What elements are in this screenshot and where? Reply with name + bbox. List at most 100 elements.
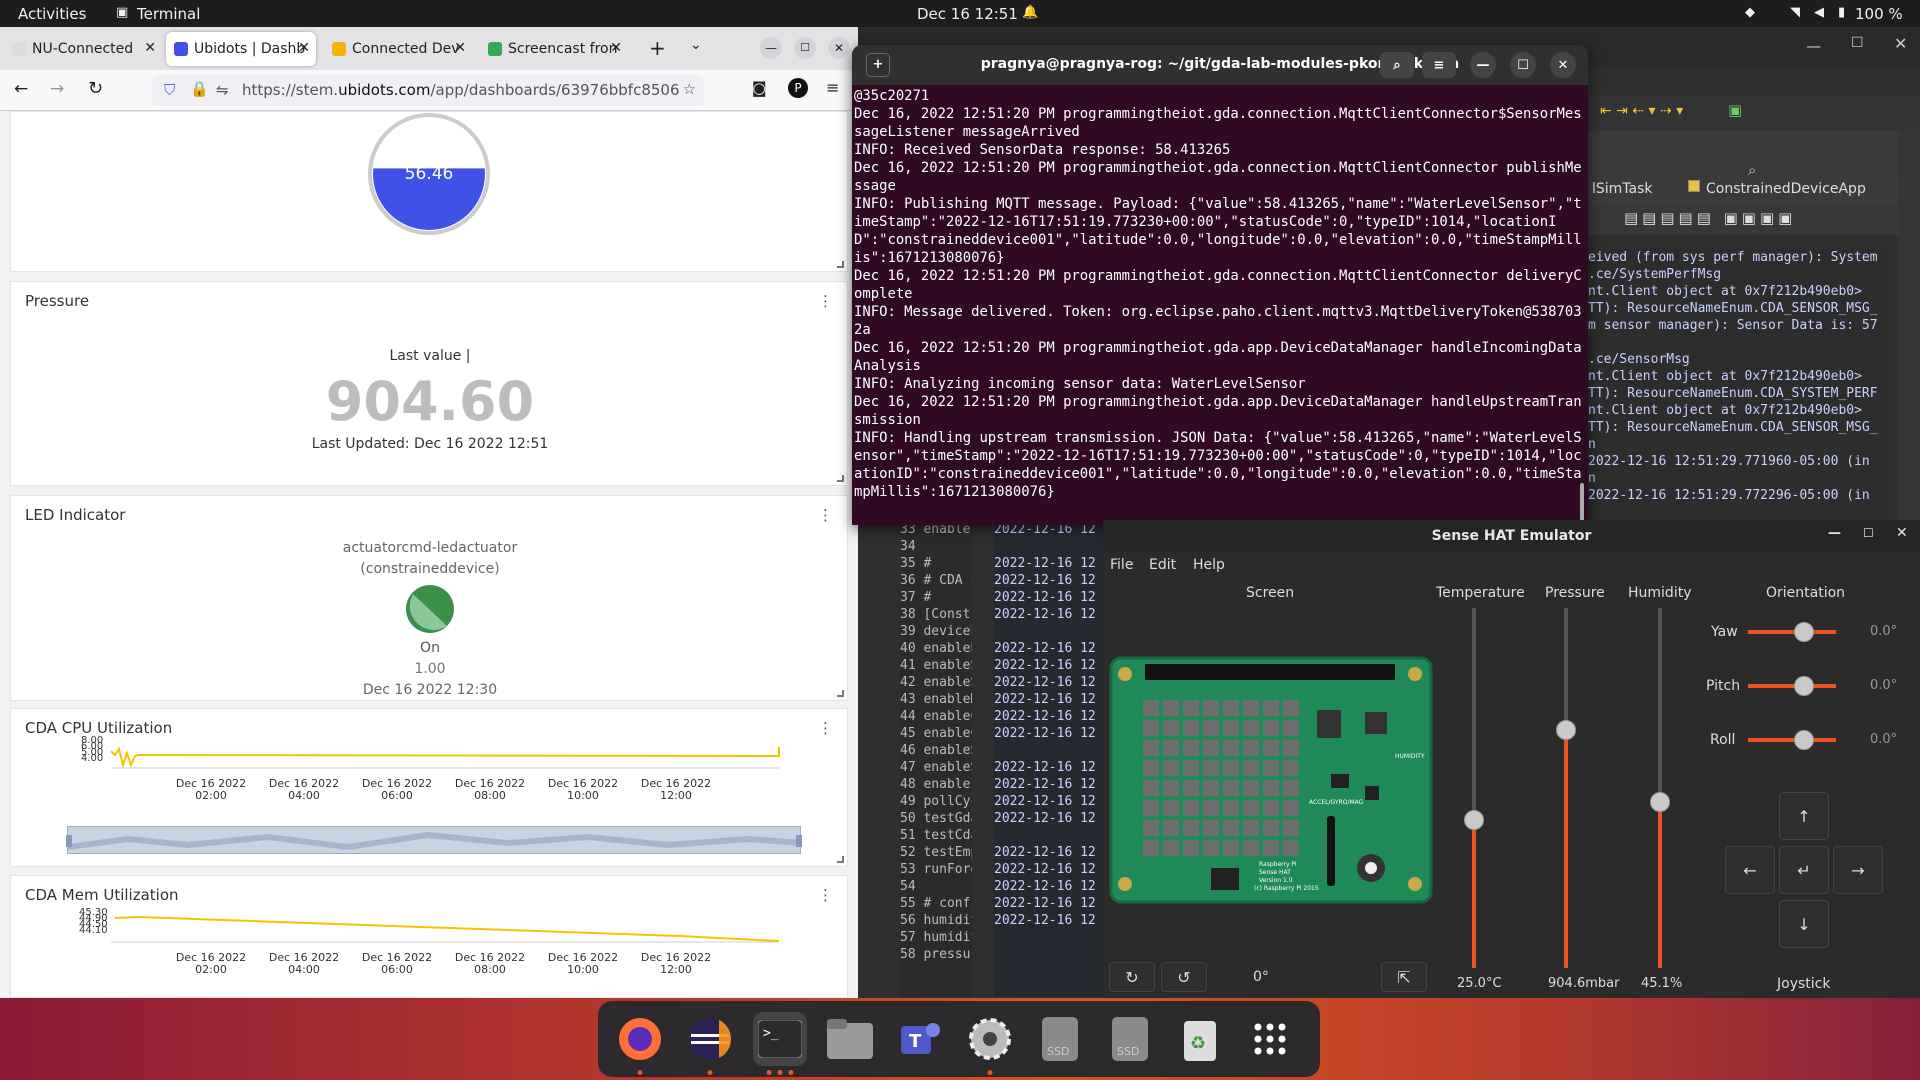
close-tab-icon[interactable]: ✕	[298, 40, 310, 56]
permissions-icon[interactable]: ⇋	[216, 81, 229, 99]
joystick-left[interactable]: ←	[1725, 846, 1775, 894]
tab-nu-connected[interactable]: NU-Connected ✕	[4, 32, 162, 66]
pitch-slider[interactable]	[1748, 676, 1836, 696]
tab-list-icon[interactable]: ⌄	[690, 37, 702, 53]
shield-icon[interactable]: ⛉	[164, 81, 175, 99]
close-tab-icon[interactable]: ✕	[610, 40, 622, 56]
search-icon[interactable]: ⌕	[1380, 52, 1414, 78]
joystick-enter[interactable]: ↵	[1779, 846, 1829, 894]
console-toolbar-icons[interactable]: ▤▤▤▤▤ ▣▣▣▣	[1624, 209, 1796, 227]
close-icon[interactable]: ✕	[1896, 525, 1908, 541]
maximize-icon[interactable]: ☐	[1510, 52, 1536, 78]
close-tab-icon[interactable]: ✕	[454, 40, 466, 56]
resize-handle[interactable]	[837, 261, 844, 268]
volume-icon[interactable]: ◀	[1814, 5, 1824, 20]
close-icon[interactable]: ✕	[1894, 34, 1907, 53]
back-icon[interactable]: ←	[14, 79, 28, 99]
forward-icon[interactable]: →	[50, 79, 64, 99]
kebab-menu-icon[interactable]: ⋮	[818, 719, 833, 737]
new-tab-icon[interactable]: +	[649, 36, 666, 60]
account-avatar[interactable]: P	[788, 78, 808, 98]
joystick-right[interactable]: →	[1833, 846, 1883, 894]
pressure-slider-knob[interactable]	[1556, 720, 1576, 741]
range-handle-right[interactable]	[796, 835, 802, 847]
led-pixel	[1143, 780, 1159, 796]
x-tick-label: Dec 16 2022 08:00	[454, 951, 526, 976]
activities-button[interactable]: Activities	[18, 5, 86, 23]
menu-help[interactable]: Help	[1193, 557, 1225, 573]
minimize-icon[interactable]: —	[760, 37, 782, 59]
lock-icon[interactable]: 🔒	[190, 80, 209, 98]
led-pixel	[1263, 740, 1279, 756]
app-grid-icon[interactable]	[1243, 1012, 1297, 1066]
settings-icon[interactable]	[963, 1012, 1017, 1075]
range-handle-left[interactable]	[66, 835, 72, 847]
ssd-drive-icon[interactable]: SSD	[1033, 1012, 1087, 1066]
battery-icon[interactable]: ▮	[1838, 5, 1845, 20]
terminal-output[interactable]: @35c20271 Dec 16, 2022 12:51:20 PM progr…	[852, 85, 1588, 525]
joystick-up[interactable]: ↑	[1779, 792, 1829, 840]
export-image-button[interactable]: ⇱	[1381, 962, 1427, 992]
svg-text:♻: ♻	[1190, 1033, 1206, 1054]
menu-icon[interactable]: ≡	[826, 78, 839, 97]
kebab-menu-icon[interactable]: ⋮	[818, 292, 833, 310]
code-line: 43 enableM	[900, 692, 972, 707]
close-icon[interactable]: ✕	[828, 37, 850, 59]
trash-icon[interactable]: ♻	[1173, 1012, 1227, 1066]
close-icon[interactable]: ✕	[1550, 52, 1576, 78]
led-pixel	[1223, 820, 1239, 836]
ssd-drive-icon-2[interactable]: SSD	[1103, 1012, 1157, 1066]
minimize-icon[interactable]: —	[1806, 37, 1821, 55]
close-tab-icon[interactable]: ✕	[144, 40, 156, 56]
kebab-menu-icon[interactable]: ⋮	[818, 506, 833, 524]
gauge-value: 56.46	[404, 164, 454, 184]
roll-slider[interactable]	[1748, 730, 1836, 750]
terminal-dock-icon[interactable]: >_	[753, 1012, 807, 1075]
teams-icon[interactable]: T	[893, 1012, 947, 1066]
resize-handle[interactable]	[837, 856, 844, 863]
tab-constraineddeviceapp[interactable]: ConstrainedDeviceApp	[1706, 181, 1866, 197]
temperature-slider-knob[interactable]	[1464, 810, 1484, 831]
range-slider[interactable]	[66, 826, 803, 854]
minimize-icon[interactable]: —	[1828, 526, 1841, 541]
code-line: 37 #	[900, 590, 932, 605]
active-app-label[interactable]: Terminal	[137, 5, 200, 23]
hamburger-menu-icon[interactable]: ≡	[1422, 52, 1456, 78]
rotate-left-button[interactable]: ↺	[1161, 962, 1207, 992]
tab-connected-devices[interactable]: Connected Dev ✕	[324, 32, 472, 66]
clock[interactable]: Dec 16 12:51	[917, 5, 1018, 23]
toolbar-run-icon[interactable]: ▣	[1728, 101, 1742, 119]
led-pixel	[1263, 760, 1279, 776]
rotate-right-button[interactable]: ↻	[1109, 962, 1155, 992]
files-icon[interactable]	[823, 1012, 877, 1066]
maximize-icon[interactable]: ☐	[1863, 526, 1874, 540]
url-bar[interactable]: ⛉ 🔒 ⇋ https://stem.ubidots.com/app/dashb…	[152, 75, 704, 106]
ide-code-editor[interactable]: 33 enable(34 35 #36 # CDA s 37 #38 [Constr…	[900, 517, 972, 997]
menu-edit[interactable]: Edit	[1149, 557, 1176, 573]
tab-screencast[interactable]: Screencast fron ✕	[480, 32, 628, 66]
pocket-icon[interactable]: ◙	[752, 79, 767, 97]
firefox-icon[interactable]	[613, 1012, 667, 1075]
yaw-slider[interactable]	[1748, 622, 1836, 642]
tab-ubidots[interactable]: Ubidots | Dashb ✕	[166, 32, 316, 66]
minimize-icon[interactable]: —	[1470, 52, 1496, 78]
wifi-icon[interactable]: ◥	[1790, 5, 1800, 20]
resize-handle[interactable]	[837, 690, 844, 697]
teams-tray-icon[interactable]: ◆	[1745, 5, 1755, 20]
maximize-icon[interactable]: ☐	[794, 37, 816, 59]
tab-simtask[interactable]: lSimTask	[1592, 181, 1653, 197]
kebab-menu-icon[interactable]: ⋮	[818, 886, 833, 904]
tab-favicon	[12, 42, 26, 56]
led-pixel	[1183, 800, 1199, 816]
toolbar-nav-icons[interactable]: ⇤ ⇥ ⇠ ▾ ⇢ ▾	[1600, 103, 1683, 119]
menu-file[interactable]: File	[1110, 557, 1133, 573]
resize-handle[interactable]	[837, 475, 844, 482]
maximize-icon[interactable]: ☐	[1851, 35, 1864, 51]
led-indicator-icon[interactable]	[405, 584, 455, 634]
terminal-scrollbar[interactable]	[1580, 483, 1584, 521]
reload-icon[interactable]: ↻	[88, 78, 103, 99]
eclipse-icon[interactable]	[683, 1012, 737, 1075]
joystick-down[interactable]: ↓	[1779, 900, 1829, 948]
bookmark-star-icon[interactable]: ☆	[678, 80, 696, 98]
humidity-slider-knob[interactable]	[1650, 792, 1670, 813]
